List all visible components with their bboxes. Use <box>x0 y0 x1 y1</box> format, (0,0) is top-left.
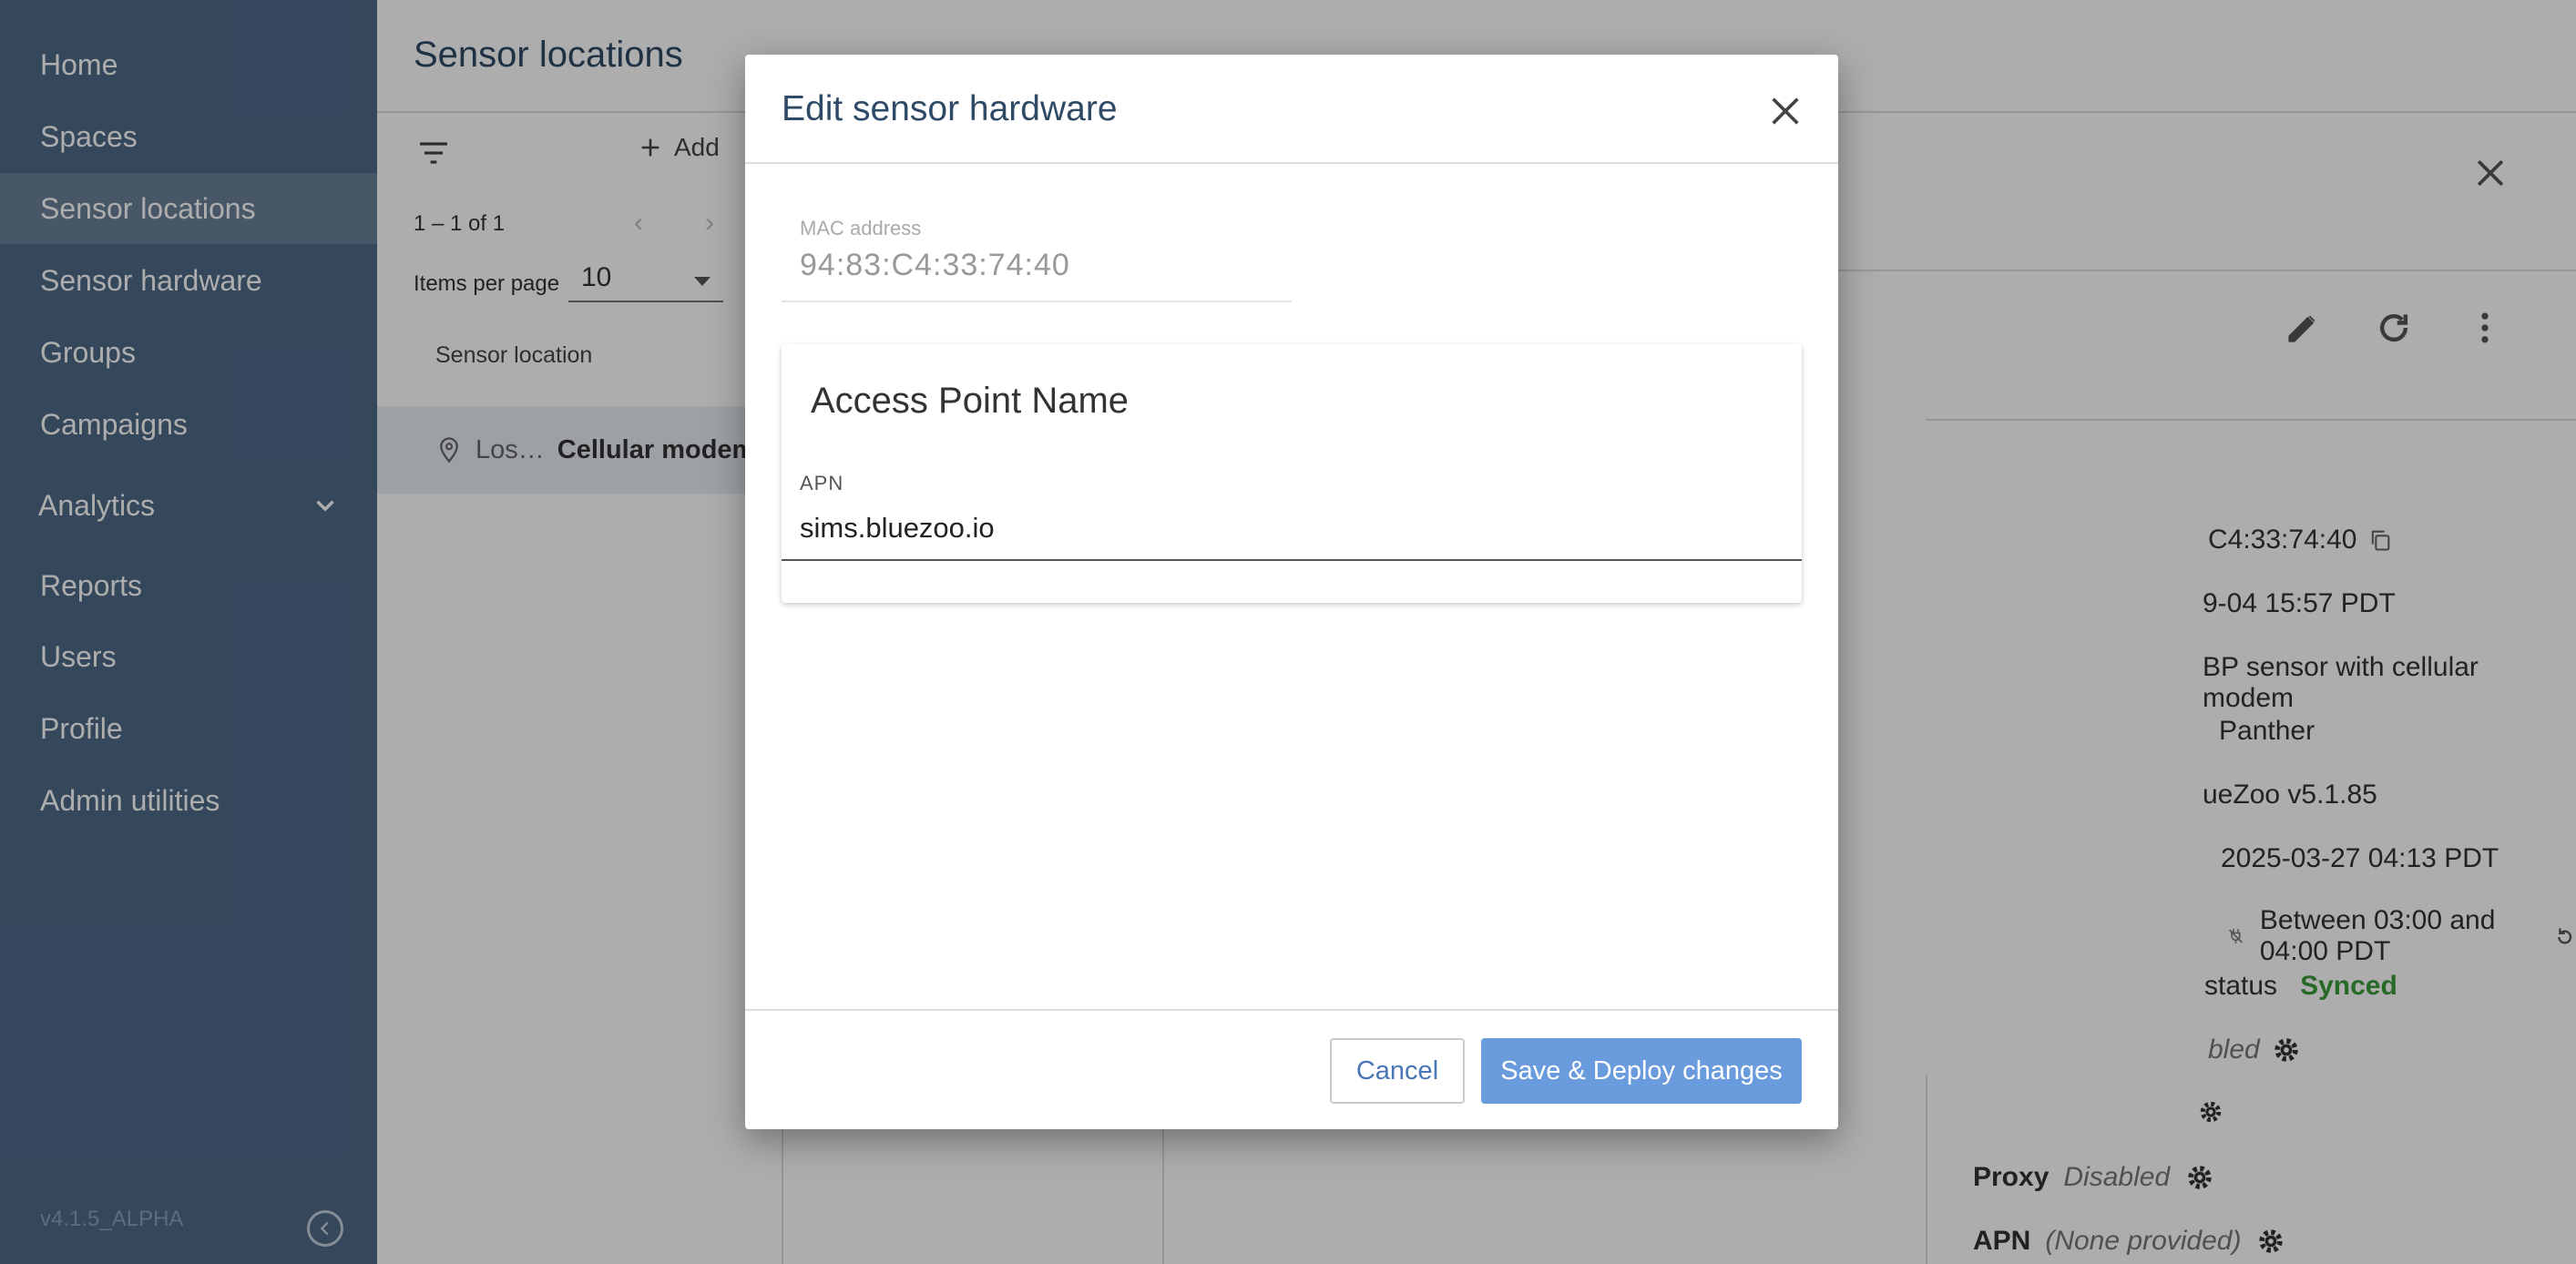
mac-address-field: 94:83:C4:33:74:40 <box>800 248 1070 282</box>
mac-address-underline <box>782 301 1292 302</box>
dialog-title: Edit sensor hardware <box>782 89 1118 128</box>
apn-card-title: Access Point Name <box>811 381 1130 421</box>
apn-field-label: APN <box>800 472 844 494</box>
dialog-header: Edit sensor hardware <box>745 55 1838 164</box>
apn-input[interactable] <box>782 497 1802 561</box>
cancel-button[interactable]: Cancel <box>1330 1038 1465 1104</box>
apn-card: Access Point Name APN <box>782 344 1802 603</box>
mac-address-label: MAC address <box>800 217 922 240</box>
save-deploy-button[interactable]: Save & Deploy changes <box>1481 1038 1802 1104</box>
edit-sensor-hardware-dialog: Edit sensor hardware MAC address 94:83:C… <box>745 55 1838 1129</box>
close-icon[interactable] <box>1767 93 1804 129</box>
